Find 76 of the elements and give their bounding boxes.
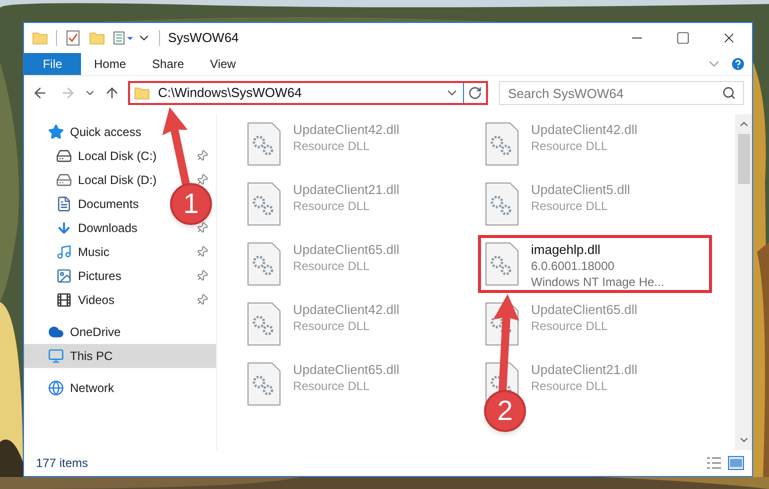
file-detail: Resource DLL: [293, 138, 371, 154]
nav-item[interactable]: Local Disk (D:): [56, 168, 157, 192]
dll-file-icon: [247, 242, 281, 286]
drive-icon: [56, 172, 72, 188]
dll-file-icon: [247, 182, 281, 226]
address-bar[interactable]: C:\Windows\SysWOW64: [128, 81, 488, 105]
file-name: imagehlp.dll: [531, 242, 602, 258]
file-detail: Resource DLL: [293, 198, 371, 214]
file-name: UpdateClient42.dll: [293, 122, 400, 138]
file-name: UpdateClient65.dll: [293, 362, 400, 378]
properties-icon[interactable]: [113, 30, 133, 46]
dll-file-icon: [247, 302, 281, 346]
file-name: UpdateClient21.dll: [531, 362, 638, 378]
file-name: UpdateClient42.dll: [531, 122, 638, 138]
file-detail: Windows NT Image He...: [531, 274, 664, 290]
file-detail: Resource DLL: [293, 258, 371, 274]
music-icon: [56, 244, 72, 260]
nav-item[interactable]: Downloads: [56, 216, 138, 240]
back-icon[interactable]: [32, 85, 48, 101]
file-detail: Resource DLL: [531, 198, 609, 214]
file-name: UpdateClient5.dll: [531, 182, 630, 198]
dll-file-icon: [247, 122, 281, 166]
window-title: SysWOW64: [168, 29, 239, 48]
download-icon: [56, 220, 72, 236]
address-path: C:\Windows\SysWOW64: [158, 84, 303, 102]
thumbnail-view-icon[interactable]: [728, 456, 744, 470]
document-icon: [56, 196, 72, 212]
file-detail: Resource DLL: [531, 318, 609, 334]
folder-icon: [134, 85, 150, 101]
refresh-icon[interactable]: [468, 86, 482, 100]
ribbon-tab[interactable]: View: [197, 53, 249, 75]
nav-item[interactable]: Local Disk (C:): [56, 144, 157, 168]
nav-item[interactable]: Music: [56, 240, 110, 264]
file-detail: Resource DLL: [531, 378, 609, 394]
nav-item[interactable]: Pictures: [56, 264, 122, 288]
nav-item[interactable]: OneDrive: [48, 320, 121, 344]
file-tab[interactable]: File: [24, 53, 81, 75]
up-icon[interactable]: [104, 85, 120, 101]
scroll-thumb[interactable]: [738, 134, 750, 184]
new-folder-icon: [89, 30, 105, 46]
nav-item[interactable]: Documents: [56, 192, 139, 216]
file-detail: Resource DLL: [531, 138, 609, 154]
nav-item[interactable]: Quick access: [48, 120, 142, 144]
details-view-icon[interactable]: [706, 456, 722, 470]
file-detail: 6.0.6001.18000: [531, 258, 616, 274]
dll-file-icon: [485, 242, 519, 286]
dll-file-icon: [485, 182, 519, 226]
help-icon[interactable]: [730, 56, 746, 72]
search-field[interactable]: Search SysWOW64: [499, 81, 744, 105]
nav-item[interactable]: Network: [48, 376, 114, 400]
nav-item[interactable]: Videos: [56, 288, 114, 312]
ribbon-tab[interactable]: Share: [139, 53, 198, 75]
cloud-icon: [48, 324, 64, 340]
picture-icon: [56, 268, 72, 284]
checklist-icon[interactable]: [65, 30, 81, 46]
dll-file-icon: [485, 122, 519, 166]
ribbon-tab[interactable]: Home: [81, 53, 140, 75]
drive-icon: [56, 148, 72, 164]
file-detail: Resource DLL: [293, 378, 371, 394]
film-icon: [56, 292, 72, 308]
globe-icon: [48, 380, 64, 396]
search-icon[interactable]: [722, 86, 736, 100]
monitor-icon: [48, 348, 64, 364]
dll-file-icon: [247, 362, 281, 406]
folder-icon: [32, 30, 48, 46]
maximize-icon[interactable]: [676, 31, 690, 45]
file-detail: Resource DLL: [293, 318, 371, 334]
nav-item[interactable]: This PC: [48, 344, 113, 368]
file-name: UpdateClient65.dll: [531, 302, 638, 318]
file-name: UpdateClient65.dll: [293, 242, 400, 258]
file-item[interactable]: imagehlp.dll 6.0.6001.18000 Windows NT Image He...: [481, 238, 709, 290]
scrollbar[interactable]: [735, 114, 752, 450]
file-name: UpdateClient42.dll: [293, 302, 400, 318]
file-name: UpdateClient21.dll: [293, 182, 400, 198]
item-count: 177 items: [36, 455, 88, 472]
star-icon: [48, 124, 64, 140]
